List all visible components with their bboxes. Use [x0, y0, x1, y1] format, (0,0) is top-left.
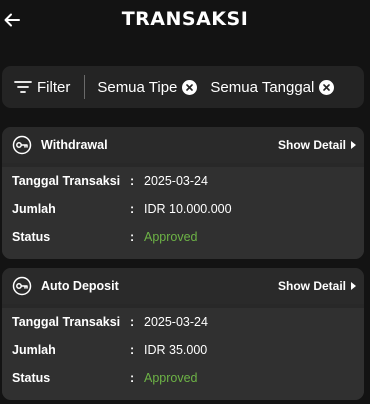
show-detail-button[interactable]: Show Detail [278, 138, 356, 152]
close-icon [186, 83, 194, 91]
key-icon [12, 135, 32, 155]
show-detail-button[interactable]: Show Detail [278, 279, 356, 293]
chevron-right-icon [351, 282, 356, 290]
row-separator: : [130, 315, 135, 329]
filter-icon [14, 81, 32, 93]
chip-label: Semua Tanggal [210, 78, 315, 96]
transaction-card: Auto Deposit Show Detail Tanggal Transak… [2, 268, 364, 400]
row-key: Jumlah [12, 343, 56, 357]
row-value: IDR 10.000.000 [144, 202, 232, 216]
clear-date-filter-button[interactable] [319, 79, 335, 95]
row-key: Status [12, 230, 51, 244]
filter-button[interactable]: Filter [2, 79, 70, 96]
detail-row: Tanggal Transaksi : 2025-03-24 [2, 167, 364, 195]
row-value: 2025-03-24 [144, 315, 208, 329]
transaction-type: Withdrawal [41, 138, 108, 152]
row-value: 2025-03-24 [144, 174, 208, 188]
detail-row: Jumlah : IDR 10.000.000 [2, 195, 364, 223]
transaction-card: Withdrawal Show Detail Tanggal Transaksi… [2, 127, 364, 259]
row-separator: : [130, 230, 135, 244]
detail-row: Tanggal Transaksi : 2025-03-24 [2, 308, 364, 336]
card-body: Tanggal Transaksi : 2025-03-24 Jumlah : … [2, 308, 364, 400]
row-separator: : [130, 343, 135, 357]
detail-row: Status : Approved [2, 223, 364, 251]
detail-row: Jumlah : IDR 35.000 [2, 336, 364, 364]
header: TRANSAKSI [0, 0, 370, 42]
row-key: Tanggal Transaksi [12, 315, 121, 329]
row-separator: : [130, 174, 135, 188]
filter-divider [84, 75, 86, 99]
row-key: Status [12, 371, 51, 385]
row-separator: : [130, 202, 135, 216]
chip-label: Semua Tipe [97, 78, 178, 96]
page-title: TRANSAKSI [121, 8, 249, 30]
chip-date-filter[interactable]: Semua Tanggal [210, 78, 335, 96]
clear-type-filter-button[interactable] [182, 79, 198, 95]
key-icon [12, 276, 32, 296]
chip-type-filter[interactable]: Semua Tipe [97, 78, 198, 96]
filter-bar: Filter Semua Tipe Semua Tanggal [2, 66, 364, 108]
chevron-right-icon [351, 141, 356, 149]
row-value: IDR 35.000 [144, 343, 208, 357]
status-value: Approved [144, 371, 198, 385]
card-body: Tanggal Transaksi : 2025-03-24 Jumlah : … [2, 167, 364, 259]
detail-row: Status : Approved [2, 364, 364, 392]
card-header: Auto Deposit Show Detail [2, 268, 364, 304]
close-icon [323, 83, 331, 91]
row-key: Jumlah [12, 202, 56, 216]
filter-label: Filter [37, 78, 71, 96]
card-header: Withdrawal Show Detail [2, 127, 364, 163]
show-detail-label: Show Detail [277, 279, 346, 293]
show-detail-label: Show Detail [277, 138, 346, 152]
row-key: Tanggal Transaksi [12, 174, 121, 188]
status-value: Approved [144, 230, 198, 244]
transaction-type: Auto Deposit [41, 279, 119, 293]
row-separator: : [130, 371, 135, 385]
